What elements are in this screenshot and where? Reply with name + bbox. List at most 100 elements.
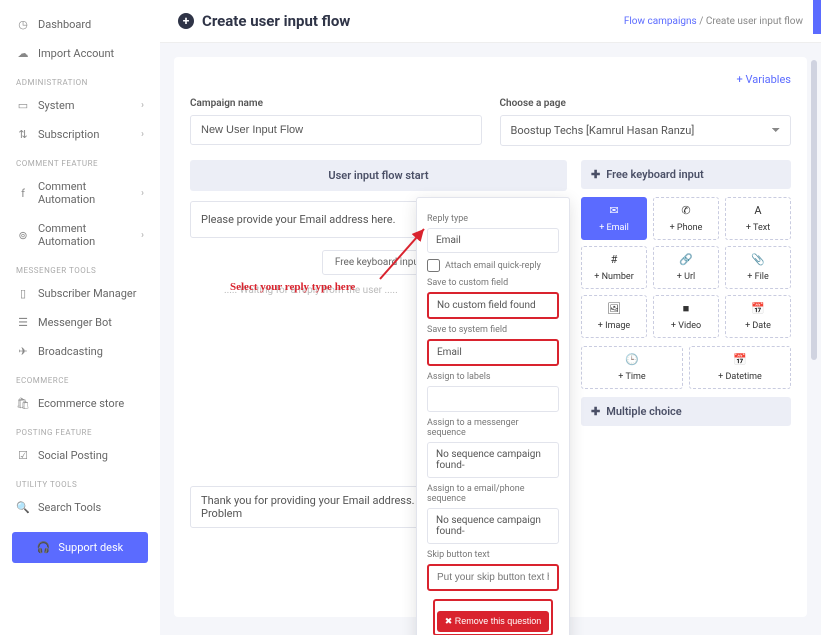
remove-question-button[interactable]: ✖ Remove this question xyxy=(437,611,550,632)
campaign-name-input[interactable] xyxy=(190,115,482,145)
exchange-icon: ⇅ xyxy=(16,128,30,141)
custom-field-select[interactable]: No custom field found xyxy=(427,292,559,319)
cloud-icon: ☁ xyxy=(16,47,30,60)
support-label: Support desk xyxy=(58,541,123,554)
chevron-right-icon: › xyxy=(141,129,144,140)
input-type-time[interactable]: 🕒+ Time xyxy=(581,346,683,389)
flow-start-header: User input flow start xyxy=(190,160,567,191)
sidebar-item-label: Broadcasting xyxy=(38,345,144,358)
clip-icon: 📎 xyxy=(728,253,788,266)
email-seq-select[interactable]: No sequence campaign found- xyxy=(427,508,559,544)
sidebar-item-label: Search Tools xyxy=(38,501,144,514)
input-type-text[interactable]: A+ Text xyxy=(725,197,791,240)
plus-circle-icon: + xyxy=(178,13,194,29)
book-icon: ▯ xyxy=(16,287,30,300)
video-icon: ■ xyxy=(656,302,716,315)
scrollbar[interactable] xyxy=(811,60,817,625)
assign-labels-label: Assign to labels xyxy=(427,372,559,382)
sidebar-item-dashboard[interactable]: ◷Dashboard xyxy=(0,10,160,39)
sidebar-item-bot[interactable]: ☰ Messenger Bot xyxy=(0,308,160,337)
text-icon: A xyxy=(728,204,788,217)
link-icon: 🔗 xyxy=(656,253,716,266)
sidebar-item-search[interactable]: 🔍Search Tools xyxy=(0,493,160,522)
sidebar-item-broadcast[interactable]: ✈ Broadcasting xyxy=(0,337,160,366)
send-icon: ✈ xyxy=(16,345,30,358)
envelope-icon: ✉ xyxy=(584,204,644,217)
input-type-number[interactable]: #+ Number xyxy=(581,246,647,289)
datetime-icon: 📅 xyxy=(692,353,788,366)
skip-button-input[interactable] xyxy=(427,564,559,591)
free-keyboard-header: ✚Free keyboard input xyxy=(581,160,791,189)
sidebar: ◷Dashboard ☁Import Account ADMINISTRATIO… xyxy=(0,0,160,635)
sidebar-item-social[interactable]: ☑ Social Posting xyxy=(0,441,160,470)
messenger-seq-select[interactable]: No sequence campaign found- xyxy=(427,442,559,478)
system-field-select[interactable]: Email xyxy=(427,339,559,366)
variables-link[interactable]: + Variables xyxy=(190,73,791,86)
page-title: Create user input flow xyxy=(202,12,350,30)
system-field-label: Save to system field xyxy=(427,325,559,335)
chevron-right-icon: › xyxy=(141,188,144,199)
sidebar-item-label: Comment Automation xyxy=(38,180,133,206)
input-type-datetime[interactable]: 📅+ Datetime xyxy=(689,346,791,389)
sidebar-item-system[interactable]: ▭ System › xyxy=(0,91,160,120)
messenger-seq-label: Assign to a messenger sequence xyxy=(427,418,559,438)
sidebar-section-comment: COMMENT FEATURE xyxy=(0,149,160,172)
support-desk-button[interactable]: 🎧 Support desk xyxy=(12,532,148,563)
sidebar-section-ecom: ECOMMERCE xyxy=(0,366,160,389)
input-type-video[interactable]: ■+ Video xyxy=(653,295,719,338)
breadcrumb-current: Create user input flow xyxy=(706,16,803,27)
bot-icon: ☰ xyxy=(16,316,30,329)
breadcrumb-link[interactable]: Flow campaigns xyxy=(624,16,697,27)
reply-type-select[interactable]: Email xyxy=(427,228,559,253)
accent-strip xyxy=(813,0,821,34)
number-icon: # xyxy=(584,253,644,266)
input-type-email[interactable]: ✉+ Email xyxy=(581,197,647,240)
gauge-icon: ◷ xyxy=(16,18,30,31)
sidebar-item-ecom[interactable]: 🛍Ecommerce store xyxy=(0,389,160,418)
input-type-url[interactable]: 🔗+ Url xyxy=(653,246,719,289)
skip-button-label: Skip button text xyxy=(427,550,559,560)
clock-icon: 🕒 xyxy=(584,353,680,366)
question-settings-panel: Reply type Email Attach email quick-repl… xyxy=(416,197,570,635)
sidebar-section-messenger: MESSENGER TOOLS xyxy=(0,256,160,279)
bag-icon: 🛍 xyxy=(16,397,30,410)
input-type-image[interactable]: 🖼+ Image xyxy=(581,295,647,338)
sidebar-item-comment-1[interactable]: f Comment Automation › xyxy=(0,172,160,214)
attach-quick-reply-checkbox[interactable]: Attach email quick-reply xyxy=(427,259,559,272)
sidebar-item-label: Messenger Bot xyxy=(38,316,144,329)
choose-page-select[interactable]: Boostup Techs [Kamrul Hasan Ranzu] xyxy=(500,115,792,146)
check-icon: ☑ xyxy=(16,449,30,462)
sidebar-item-subscription[interactable]: ⇅Subscription› xyxy=(0,120,160,149)
email-seq-label: Assign to a email/phone sequence xyxy=(427,484,559,504)
calendar-icon: 📅 xyxy=(728,302,788,315)
facebook-icon: f xyxy=(16,187,30,200)
chevron-right-icon: › xyxy=(141,100,144,111)
input-type-phone[interactable]: ✆+ Phone xyxy=(653,197,719,240)
desktop-icon: ▭ xyxy=(16,99,30,112)
plus-icon: ✚ xyxy=(591,405,600,418)
sidebar-section-utility: UTILITY TOOLS xyxy=(0,470,160,493)
phone-icon: ✆ xyxy=(656,204,716,217)
campaign-name-label: Campaign name xyxy=(190,98,482,109)
sidebar-item-import[interactable]: ☁Import Account xyxy=(0,39,160,68)
custom-field-label: Save to custom field xyxy=(427,278,559,288)
input-type-file[interactable]: 📎+ File xyxy=(725,246,791,289)
choose-page-label: Choose a page xyxy=(500,98,792,109)
breadcrumb: Flow campaigns / Create user input flow xyxy=(624,16,803,27)
headset-icon: 🎧 xyxy=(37,541,51,554)
reply-type-label: Reply type xyxy=(427,214,559,224)
content: + Variables Campaign name Choose a page … xyxy=(160,43,821,635)
multiple-choice-header: ✚Multiple choice xyxy=(581,397,791,426)
sidebar-item-label: Comment Automation xyxy=(38,222,133,248)
image-icon: 🖼 xyxy=(584,302,644,315)
chevron-right-icon: › xyxy=(141,230,144,241)
sidebar-item-label: System xyxy=(38,99,133,112)
input-type-date[interactable]: 📅+ Date xyxy=(725,295,791,338)
input-type-grid: ✉+ Email ✆+ Phone A+ Text #+ Number 🔗+ U… xyxy=(581,197,791,338)
sidebar-item-label: Social Posting xyxy=(38,449,144,462)
sidebar-item-subscriber[interactable]: ▯Subscriber Manager xyxy=(0,279,160,308)
sidebar-item-comment-2[interactable]: ⊚Comment Automation› xyxy=(0,214,160,256)
sidebar-section-admin: ADMINISTRATION xyxy=(0,68,160,91)
assign-labels-input[interactable] xyxy=(427,386,559,412)
scrollbar-thumb[interactable] xyxy=(811,60,817,360)
